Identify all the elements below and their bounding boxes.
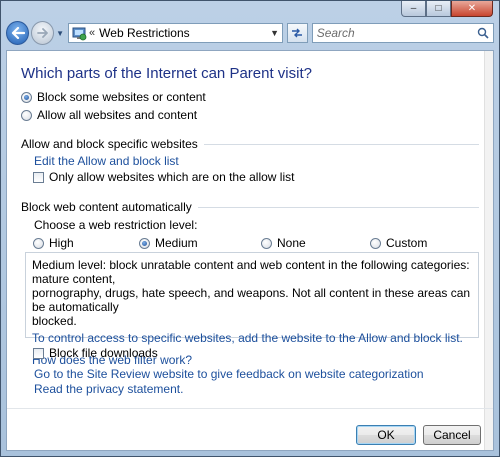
content-pane: Which parts of the Internet can Parent v… (6, 50, 494, 451)
control-panel-icon (71, 25, 87, 41)
address-separator: « (89, 27, 96, 39)
footer-divider (7, 408, 493, 409)
cancel-button[interactable]: Cancel (423, 425, 481, 445)
back-button[interactable] (6, 21, 30, 45)
level-description-box: Medium level: block unratable content an… (25, 252, 479, 367)
block-some-option[interactable]: Block some websites or content (21, 90, 206, 104)
level-description-line: Medium level: block unratable content an… (32, 258, 470, 286)
scrollbar-strip (484, 51, 493, 450)
level-medium-option[interactable]: Medium (139, 236, 198, 250)
privacy-statement-link[interactable]: Read the privacy statement. (34, 382, 183, 396)
navigation-bar: ▼ « Web Restrictions ▼ (6, 19, 495, 47)
address-text: Web Restrictions (99, 26, 190, 40)
level-none-radio[interactable] (261, 237, 272, 249)
back-arrow-icon (11, 27, 25, 39)
level-high-label: High (49, 236, 74, 250)
level-medium-label: Medium (155, 236, 198, 250)
maximize-button[interactable]: □ (426, 1, 451, 17)
level-medium-radio[interactable] (139, 237, 150, 249)
close-button[interactable]: ✕ (451, 1, 493, 17)
allow-all-radio[interactable] (21, 109, 32, 121)
block-downloads-label: Block file downloads (49, 346, 158, 360)
forward-button[interactable] (31, 21, 55, 45)
allow-all-option[interactable]: Allow all websites and content (21, 108, 197, 122)
level-custom-label: Custom (386, 236, 428, 250)
only-allow-checkbox[interactable] (33, 171, 44, 183)
level-high-option[interactable]: High (33, 236, 74, 250)
level-none-label: None (277, 236, 306, 250)
block-downloads-checkbox[interactable] (33, 347, 44, 359)
choose-level-label: Choose a web restriction level: (34, 218, 198, 232)
address-bar[interactable]: « Web Restrictions ▼ (68, 23, 283, 43)
forward-arrow-icon (36, 28, 48, 38)
minimize-button[interactable]: – (401, 1, 426, 17)
block-some-label: Block some websites or content (37, 90, 206, 104)
search-input[interactable] (316, 26, 467, 40)
control-access-link[interactable]: To control access to specific websites, … (32, 331, 472, 345)
block-downloads-option[interactable]: Block file downloads (33, 346, 158, 360)
search-box[interactable] (311, 23, 495, 43)
page-title: Which parts of the Internet can Parent v… (21, 65, 312, 82)
level-description-line: blocked. (32, 314, 77, 328)
level-custom-radio[interactable] (370, 237, 381, 249)
search-icon[interactable] (477, 27, 489, 39)
allow-block-section-title: Allow and block specific websites (21, 137, 198, 151)
block-some-radio[interactable] (21, 91, 32, 103)
refresh-button[interactable] (286, 23, 308, 43)
allow-all-label: Allow all websites and content (37, 108, 198, 122)
address-dropdown-icon[interactable]: ▼ (268, 28, 282, 38)
recent-pages-dropdown[interactable]: ▼ (56, 29, 64, 38)
refresh-icon (292, 28, 303, 38)
auto-block-section-title: Block web content automatically (21, 200, 192, 214)
only-allow-label: Only allow websites which are on the all… (49, 170, 295, 184)
section-divider (197, 206, 479, 208)
window-controls: – □ ✕ (401, 1, 493, 18)
allow-block-section-header: Allow and block specific websites (21, 137, 479, 151)
level-high-radio[interactable] (33, 237, 44, 249)
web-restrictions-window: – □ ✕ ▼ « Web Restrictions ▼ Search Whic… (0, 0, 500, 457)
site-review-link[interactable]: Go to the Site Review website to give fe… (34, 367, 424, 381)
only-allow-option[interactable]: Only allow websites which are on the all… (33, 170, 294, 184)
level-none-option[interactable]: None (261, 236, 306, 250)
edit-allow-block-list-link[interactable]: Edit the Allow and block list (34, 154, 179, 168)
auto-block-section-header: Block web content automatically (21, 200, 479, 214)
level-description-line: pornography, drugs, hate speech, and wea… (32, 286, 471, 314)
section-divider (203, 143, 479, 145)
level-custom-option[interactable]: Custom (370, 236, 427, 250)
ok-button[interactable]: OK (356, 425, 416, 445)
